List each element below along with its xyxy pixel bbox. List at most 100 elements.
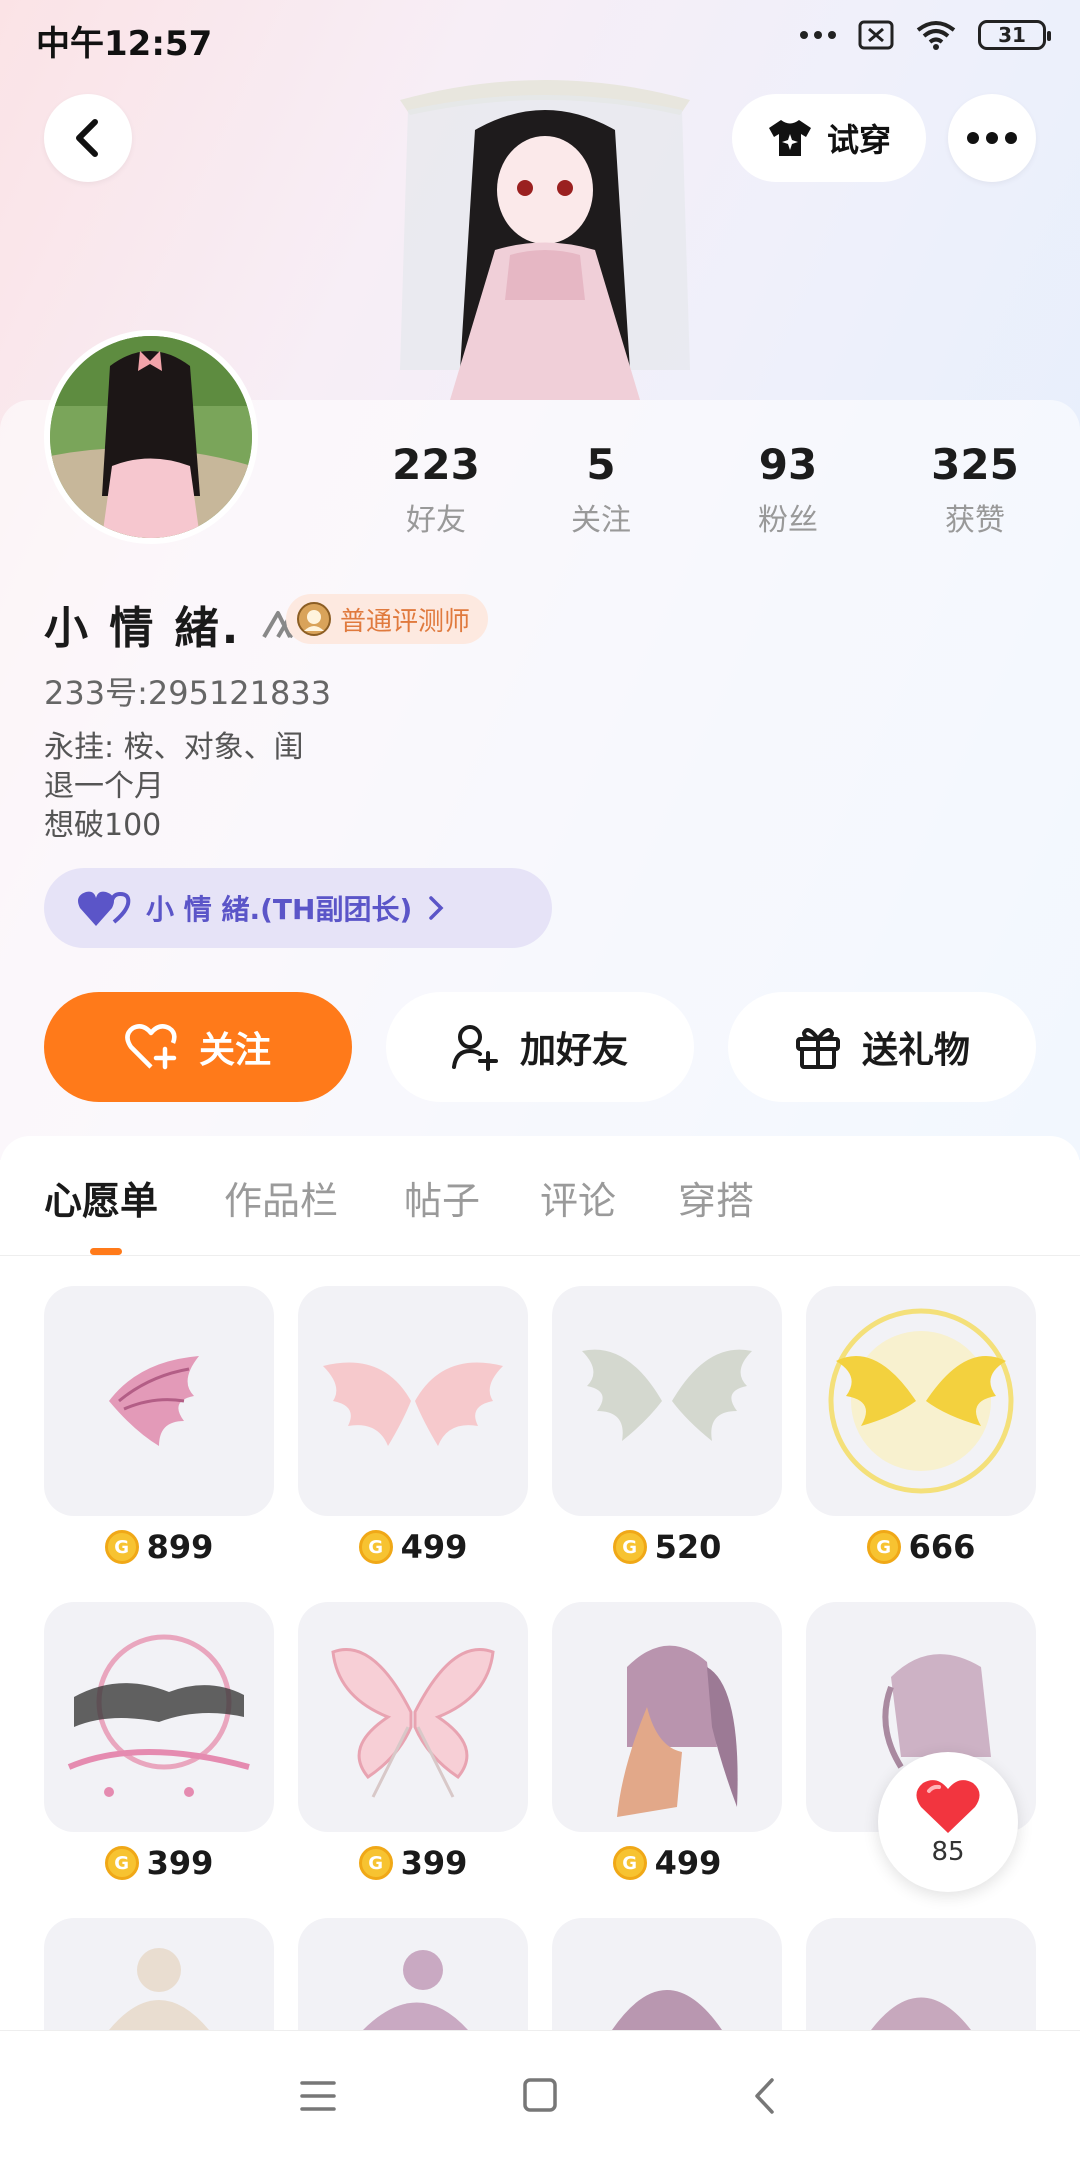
item-price: G 499 — [298, 1528, 528, 1566]
item-price: G 399 — [44, 1844, 274, 1882]
coin-icon: G — [612, 1846, 647, 1880]
price-value: 899 — [146, 1528, 214, 1566]
system-nav-bar — [0, 2030, 1080, 2160]
bio-line: 退一个月 — [44, 769, 164, 804]
wishlist-item[interactable]: G 399 — [298, 1602, 528, 1882]
like-button[interactable]: 85 — [878, 1752, 1018, 1892]
profile-stats: 223 好友 5 关注 93 粉丝 325 获赞 — [0, 440, 1080, 540]
follow-button[interactable]: 关注 — [44, 992, 352, 1102]
pink-angel-wings-icon — [323, 1362, 503, 1446]
coin-icon: G — [358, 1530, 393, 1564]
username: 小 情 緒. — [44, 592, 314, 656]
coin-icon: G — [866, 1530, 901, 1564]
more-button[interactable] — [948, 94, 1036, 182]
item-price: G 666 — [806, 1528, 1036, 1566]
gift-icon — [795, 1028, 840, 1069]
heart-plus-icon — [125, 1024, 177, 1070]
wishlist-item[interactable]: G 899 — [44, 1286, 274, 1566]
status-time: 中午12:57 — [36, 24, 213, 64]
active-tab-indicator — [90, 1248, 122, 1255]
wishlist-item[interactable] — [552, 1918, 782, 2030]
ponytail-hair-icon — [617, 1645, 738, 1817]
long-hair-icon — [612, 1990, 722, 2030]
bio: 永挂: 桉、对象、闺 退一个月 想破100 — [44, 728, 304, 845]
action-row: 关注 加好友 送礼物 — [44, 992, 1036, 1102]
add-user-icon — [451, 1025, 498, 1071]
group-chip-label: 小 情 緒.(TH副团长) — [146, 893, 413, 926]
tab-works[interactable]: 作品栏 — [224, 1170, 338, 1225]
updo-hair-icon — [871, 1997, 971, 2030]
coin-icon: G — [104, 1846, 139, 1880]
price-value: 499 — [654, 1844, 722, 1882]
double-heart-icon — [78, 891, 131, 926]
more-dots-icon — [967, 132, 1017, 144]
wishlist-item[interactable]: G 666 — [806, 1286, 1036, 1566]
wishlist-item[interactable]: G 399 — [44, 1602, 274, 1882]
tab-bar: 心愿单 作品栏 帖子 评论 穿搭 — [0, 1136, 1080, 1256]
butterfly-wings-icon — [331, 1648, 495, 1798]
bio-line: 想破100 — [44, 808, 162, 843]
reviewer-badge[interactable]: 普通评测师 — [286, 594, 489, 644]
wishlist-item[interactable] — [298, 1918, 528, 2030]
price-value: 666 — [908, 1528, 976, 1566]
stat-likes[interactable]: 325 获赞 — [895, 440, 1055, 539]
menu-icon[interactable] — [300, 2079, 336, 2113]
stat-value: 223 — [392, 440, 480, 489]
price-value: 499 — [400, 1528, 468, 1566]
tab-outfits[interactable]: 穿搭 — [678, 1170, 754, 1225]
chevron-right-icon — [429, 896, 444, 920]
wishlist-item[interactable]: G 499 — [552, 1602, 782, 1882]
group-chip[interactable]: 小 情 緒.(TH副团长) — [44, 868, 552, 948]
stat-value: 5 — [586, 440, 616, 489]
stat-following[interactable]: 5 关注 — [521, 440, 681, 539]
send-gift-button[interactable]: 送礼物 — [728, 992, 1036, 1102]
item-thumbnail — [552, 1602, 782, 1832]
coin-icon: G — [612, 1530, 647, 1564]
stat-label: 获赞 — [945, 503, 1005, 538]
wishlist-item[interactable] — [806, 1918, 1036, 2030]
item-price: G 520 — [552, 1528, 782, 1566]
heart-icon — [916, 1780, 980, 1833]
follow-label: 关注 — [198, 1030, 271, 1071]
battery-icon: 31 — [978, 20, 1051, 50]
price-value: 399 — [146, 1844, 214, 1882]
back-icon[interactable] — [752, 2077, 778, 2115]
wishlist-item[interactable] — [44, 1918, 274, 2030]
status-icons: 31 — [800, 20, 1051, 50]
price-value: 520 — [654, 1528, 722, 1566]
try-on-button[interactable]: 试穿 — [732, 94, 926, 182]
pink-wing-icon — [109, 1356, 199, 1446]
ink-frame-icon — [67, 1634, 250, 1797]
item-thumbnail — [44, 1918, 274, 2030]
bio-line: 永挂: 桉、对象、闺 — [44, 730, 304, 765]
add-friend-label: 加好友 — [519, 1030, 628, 1071]
stat-label: 好友 — [406, 503, 466, 538]
item-thumbnail — [552, 1286, 782, 1516]
wishlist-item[interactable]: G 520 — [552, 1286, 782, 1566]
stat-friends[interactable]: 223 好友 — [356, 440, 516, 539]
tab-wishlist[interactable]: 心愿单 — [44, 1170, 158, 1225]
item-price: G 499 — [552, 1844, 782, 1882]
try-on-label: 试穿 — [826, 121, 891, 159]
stat-value: 325 — [931, 440, 1019, 489]
item-thumbnail — [298, 1602, 528, 1832]
stat-label: 粉丝 — [758, 503, 818, 538]
like-count: 85 — [931, 1837, 965, 1867]
tab-comments[interactable]: 评论 — [540, 1170, 616, 1225]
item-thumbnail — [44, 1286, 274, 1516]
wishlist-item[interactable]: G 499 — [298, 1286, 528, 1566]
reviewer-badge-label: 普通评测师 — [340, 606, 471, 637]
coin-icon: G — [104, 1530, 139, 1564]
home-icon[interactable] — [522, 2077, 558, 2113]
tab-posts[interactable]: 帖子 — [404, 1170, 480, 1225]
stat-fans[interactable]: 93 粉丝 — [708, 440, 868, 539]
back-button[interactable] — [44, 94, 132, 182]
shirt-sparkle-icon — [768, 120, 811, 156]
item-thumbnail — [806, 1918, 1036, 2030]
status-bar: 中午12:57 31 — [0, 0, 1080, 80]
avatar-figure — [400, 80, 690, 400]
sim-off-icon — [858, 20, 894, 50]
add-friend-button[interactable]: 加好友 — [386, 992, 694, 1102]
username-text: 小 情 緒. — [44, 603, 242, 654]
golden-wings-icon — [828, 1308, 1014, 1494]
